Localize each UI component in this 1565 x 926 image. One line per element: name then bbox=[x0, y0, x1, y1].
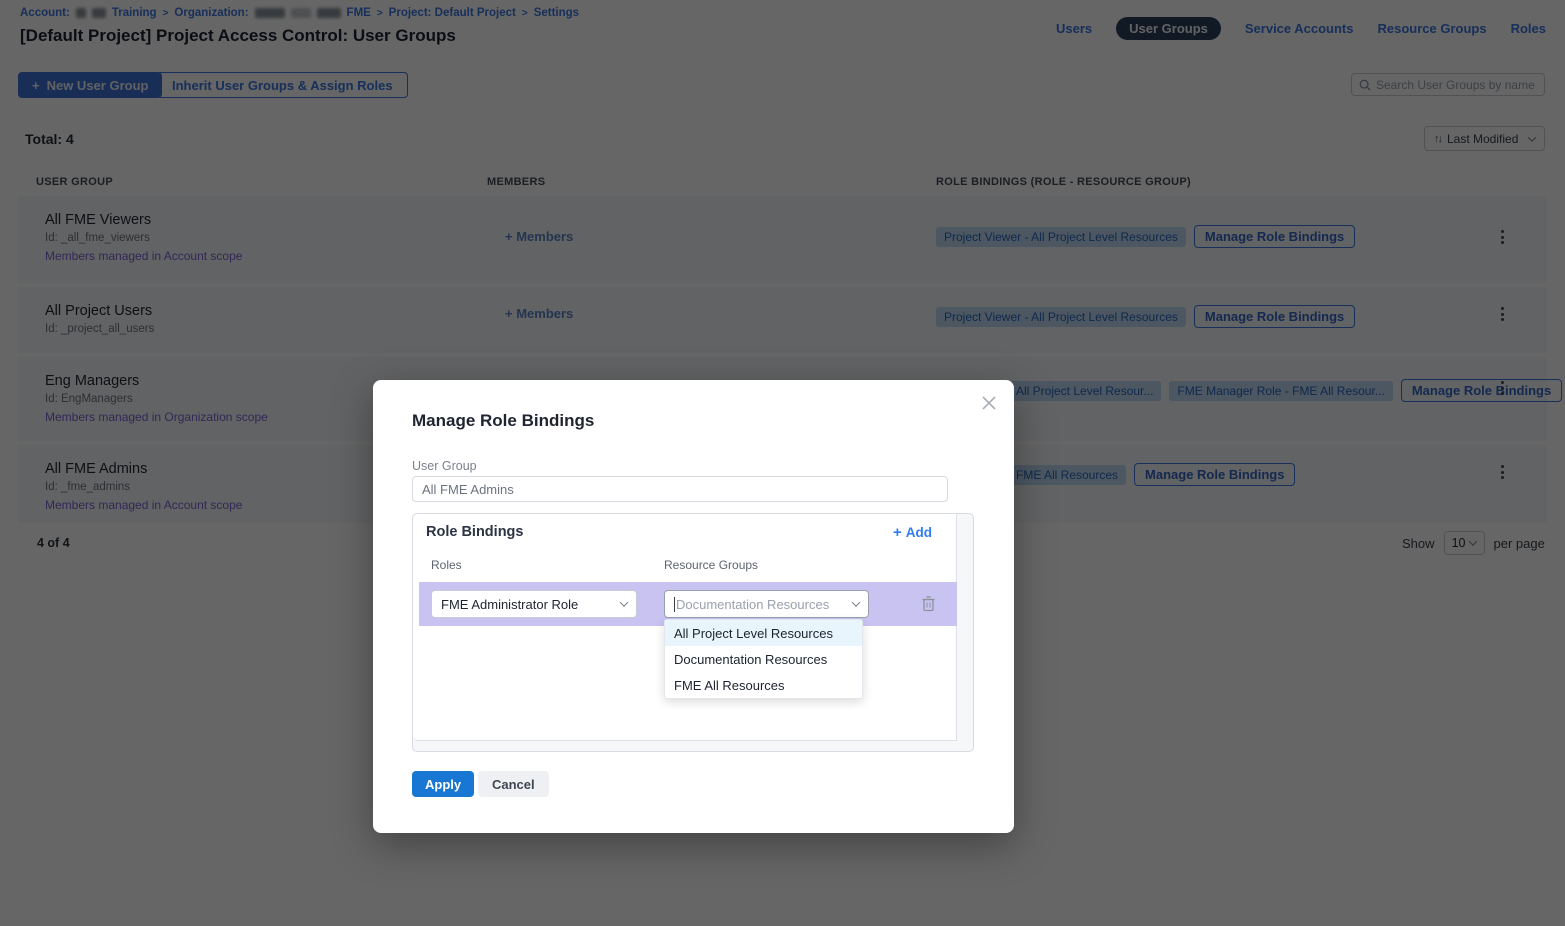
close-icon[interactable] bbox=[979, 393, 999, 413]
text-cursor bbox=[674, 597, 675, 612]
add-role-binding-button[interactable]: + Add bbox=[893, 524, 932, 541]
resource-group-dropdown: All Project Level Resources Documentatio… bbox=[664, 619, 863, 699]
manage-role-bindings-modal: Manage Role Bindings User Group Role Bin… bbox=[373, 380, 1014, 833]
dropdown-option[interactable]: All Project Level Resources bbox=[665, 620, 862, 646]
role-select-value: FME Administrator Role bbox=[441, 597, 578, 612]
role-bindings-heading: Role Bindings bbox=[426, 524, 523, 540]
resource-group-placeholder: Documentation Resources bbox=[676, 597, 829, 612]
dropdown-option[interactable]: Documentation Resources bbox=[665, 646, 862, 672]
resource-group-select[interactable]: Documentation Resources bbox=[664, 590, 869, 618]
chevron-down-icon bbox=[852, 598, 860, 606]
user-group-input[interactable] bbox=[412, 476, 948, 502]
role-bindings-panel: Role Bindings + Add Roles Resource Group… bbox=[412, 513, 974, 752]
resource-groups-column-label: Resource Groups bbox=[664, 558, 758, 572]
plus-icon: + bbox=[893, 524, 902, 541]
chevron-down-icon bbox=[620, 598, 628, 606]
roles-column-label: Roles bbox=[431, 558, 462, 572]
apply-button[interactable]: Apply bbox=[412, 771, 474, 797]
user-group-label: User Group bbox=[412, 459, 477, 473]
cancel-button[interactable]: Cancel bbox=[478, 771, 549, 797]
add-label: Add bbox=[906, 525, 932, 540]
role-bindings-scroll-area[interactable]: Role Bindings + Add Roles Resource Group… bbox=[413, 514, 957, 741]
delete-binding-icon[interactable] bbox=[921, 595, 936, 617]
modal-title: Manage Role Bindings bbox=[412, 411, 594, 431]
dropdown-option[interactable]: FME All Resources bbox=[665, 672, 862, 698]
app-window: Account: Training > Organization: FME > … bbox=[0, 0, 1565, 926]
role-select[interactable]: FME Administrator Role bbox=[431, 590, 637, 618]
